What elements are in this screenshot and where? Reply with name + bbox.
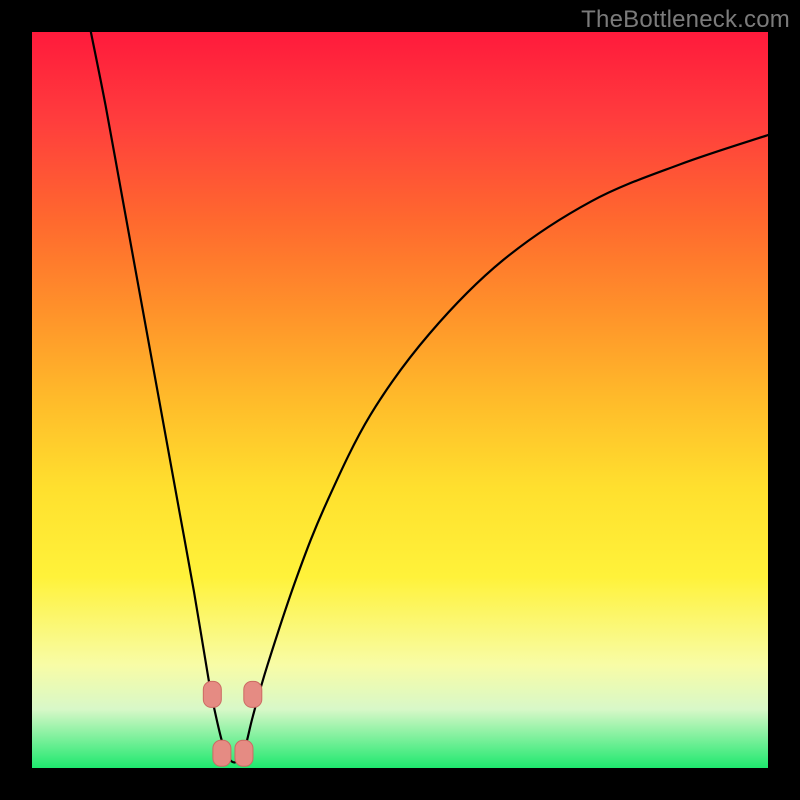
plot-area bbox=[32, 32, 768, 768]
valley-marker bbox=[213, 740, 231, 766]
curve-svg bbox=[32, 32, 768, 768]
valley-marker bbox=[235, 740, 253, 766]
valley-marker bbox=[244, 681, 262, 707]
valley-markers bbox=[203, 681, 261, 766]
bottleneck-curve bbox=[91, 32, 768, 762]
watermark-text: TheBottleneck.com bbox=[581, 6, 790, 34]
chart-frame: TheBottleneck.com bbox=[0, 0, 800, 800]
valley-marker bbox=[203, 681, 221, 707]
